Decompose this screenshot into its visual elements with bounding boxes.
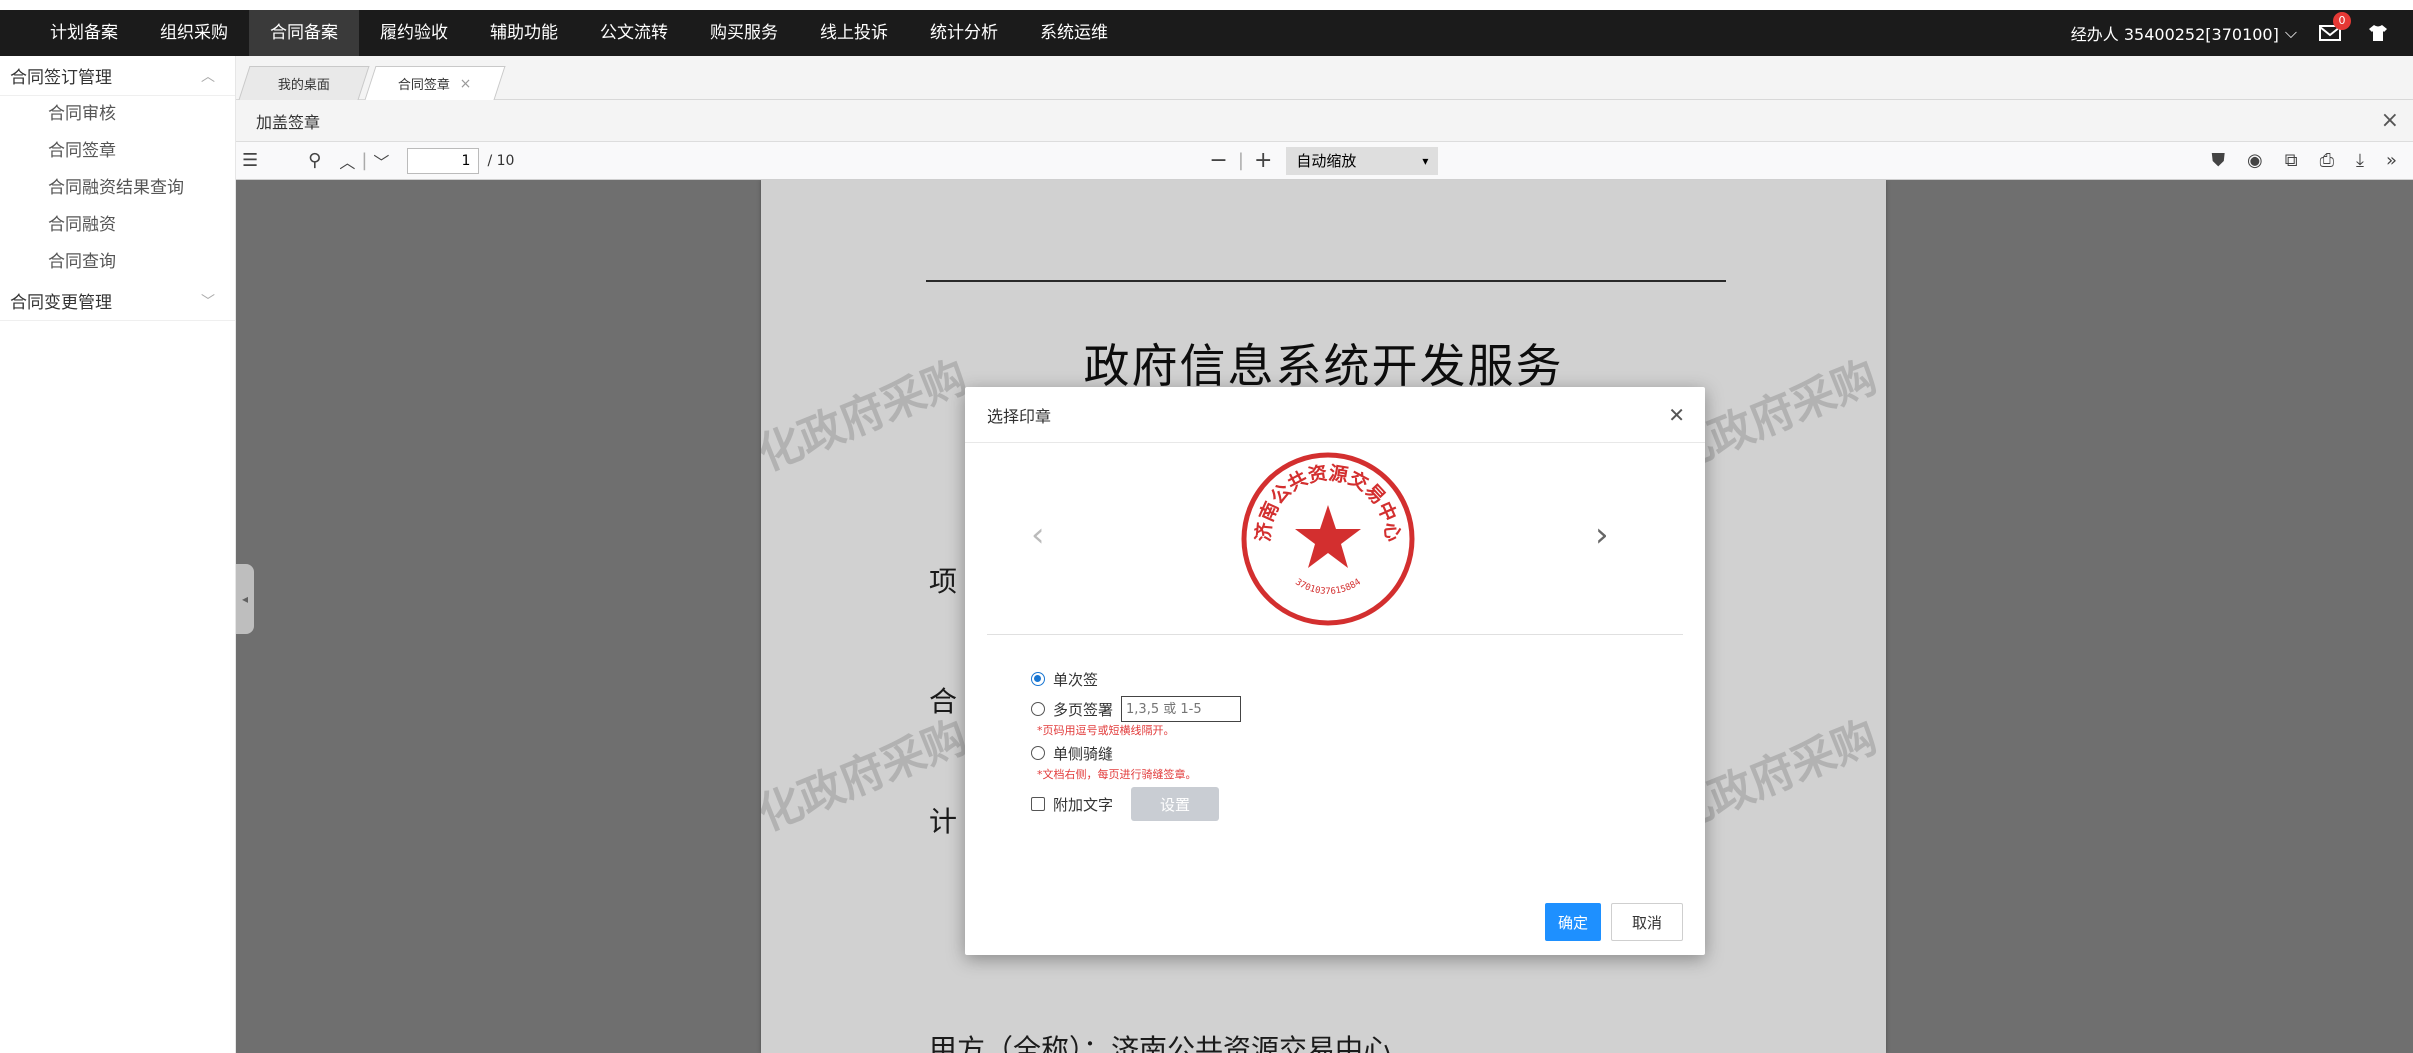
- seal-carousel: ‹ 济南公共资源交易中心 3701037615884 ›: [965, 443, 1705, 633]
- dialog-title: 选择印章: [987, 406, 1052, 426]
- tab-home[interactable]: 我的桌面: [238, 66, 370, 100]
- page-total: / 10: [487, 152, 515, 169]
- option-label: 单侧骑缝: [1053, 744, 1114, 763]
- close-icon[interactable]: ×: [2381, 108, 2399, 133]
- zoom-select[interactable]: 自动缩放 ▾: [1286, 146, 1439, 175]
- nav-item-complaint[interactable]: 线上投诉: [799, 10, 909, 56]
- option-riding-seal[interactable]: 单侧骑缝: [1031, 741, 1241, 765]
- radio-selected[interactable]: [1031, 672, 1045, 686]
- dialog-header: 选择印章 ✕: [965, 387, 1705, 443]
- dialog-footer: 确定 取消: [1545, 903, 1683, 941]
- toolbar-separator: |: [1237, 150, 1244, 171]
- option-add-text[interactable]: 附加文字 设置: [1031, 785, 1241, 823]
- close-icon[interactable]: ✕: [1668, 403, 1685, 427]
- riding-seal-hint: *文档右侧，每页进行骑缝签章。: [1037, 768, 1197, 781]
- sign-options: 单次签 多页签署 *页码用逗号或短横线隔开。 单侧骑缝 *文档右侧，每页进行骑缝…: [1031, 667, 1242, 823]
- checkbox[interactable]: [1031, 797, 1045, 811]
- nav-item-acceptance[interactable]: 履约验收: [359, 10, 469, 56]
- nav-item-statistics[interactable]: 统计分析: [909, 10, 1019, 56]
- sidebar-toggle-icon[interactable]: ☰: [242, 150, 258, 171]
- option-label: 单次签: [1053, 670, 1099, 689]
- shirt-icon: [2369, 25, 2387, 41]
- panel-title: 加盖签章: [256, 112, 321, 132]
- sidebar-group-label: 合同签订管理: [10, 68, 112, 88]
- tab-bar: 我的桌面 合同签章 ×: [236, 56, 2413, 100]
- toolbar-separator: |: [361, 150, 368, 171]
- print-icon[interactable]: ⎙: [2320, 150, 2334, 171]
- next-seal-arrow-icon[interactable]: ›: [1595, 515, 1609, 555]
- cancel-button[interactable]: 取消: [1611, 903, 1683, 941]
- option-label: 附加文字: [1053, 795, 1114, 814]
- previous-page-icon[interactable]: ︿: [339, 149, 355, 173]
- chevron-down-icon: ⌵: [2284, 23, 2297, 42]
- nav-item-assist[interactable]: 辅助功能: [469, 10, 579, 56]
- message-count-badge: 0: [2333, 12, 2351, 30]
- present-icon[interactable]: ◉: [2247, 150, 2263, 171]
- tab-label: 合同签章: [397, 78, 450, 93]
- sidebar-group-contract-sign[interactable]: 合同签订管理 ︿: [0, 56, 235, 96]
- page-range-input[interactable]: [1121, 696, 1242, 722]
- download-icon[interactable]: ⤓: [2356, 150, 2364, 171]
- nav-item-plan[interactable]: 计划备案: [0, 10, 139, 56]
- option-label: 多页签署: [1053, 700, 1114, 719]
- chevron-down-icon: ▾: [1422, 153, 1429, 168]
- zoom-value: 自动缩放: [1296, 152, 1357, 170]
- pdf-toolbar: ☰ ⚲ ︿ | ﹀ / 10 − | + 自动缩放 ▾ ⛊ ◉ ⧉ ⎙ ⤓ »: [236, 142, 2413, 180]
- sidebar-item-sign[interactable]: 合同签章: [0, 133, 235, 170]
- radio-unselected[interactable]: [1031, 702, 1045, 716]
- nav-item-document-flow[interactable]: 公文流转: [579, 10, 689, 56]
- nav-item-system[interactable]: 系统运维: [1019, 10, 1129, 56]
- message-button[interactable]: 0: [2315, 12, 2351, 48]
- tab-contract-sign[interactable]: 合同签章 ×: [364, 66, 506, 100]
- previous-seal-arrow-icon[interactable]: ‹: [1031, 515, 1045, 555]
- tab-label: 我的桌面: [277, 78, 330, 93]
- nav-item-organize[interactable]: 组织采购: [139, 10, 249, 56]
- zoom-out-icon[interactable]: −: [1209, 148, 1227, 173]
- seal-star-icon: [1295, 505, 1361, 568]
- sidebar-item-query[interactable]: 合同查询: [0, 244, 235, 281]
- settings-button[interactable]: 设置: [1131, 787, 1220, 821]
- sidebar-group-label: 合同变更管理: [10, 293, 112, 313]
- more-tools-icon[interactable]: »: [2386, 150, 2397, 171]
- nav-item-purchase-service[interactable]: 购买服务: [689, 10, 799, 56]
- search-icon[interactable]: ⚲: [308, 150, 321, 171]
- zoom-in-icon[interactable]: +: [1254, 148, 1272, 173]
- radio-unselected[interactable]: [1031, 746, 1045, 760]
- chevron-down-icon: ﹀: [201, 293, 215, 310]
- sidebar-item-finance-result[interactable]: 合同融资结果查询: [0, 170, 235, 207]
- page-number-input[interactable]: [407, 147, 480, 174]
- confirm-button[interactable]: 确定: [1545, 903, 1601, 941]
- nav-item-contract[interactable]: 合同备案: [249, 10, 359, 56]
- open-file-icon[interactable]: ⧉: [2285, 150, 2298, 171]
- user-menu[interactable]: 经办人 35400252[370100] ⌵: [2071, 21, 2297, 45]
- dialog-divider: [987, 634, 1683, 635]
- top-nav-bar: 计划备案 组织采购 合同备案 履约验收 辅助功能 公文流转 购买服务 线上投诉 …: [0, 10, 2413, 56]
- next-page-icon[interactable]: ﹀: [373, 149, 389, 173]
- sidebar: 合同签订管理 ︿ 合同审核 合同签章 合同融资结果查询 合同融资 合同查询 合同…: [0, 56, 236, 1053]
- sidebar-item-review[interactable]: 合同审核: [0, 96, 235, 133]
- close-icon[interactable]: ×: [460, 76, 472, 92]
- option-multi-sign[interactable]: 多页签署: [1031, 696, 1242, 722]
- user-label: 经办人 35400252[370100]: [2070, 25, 2279, 44]
- select-seal-dialog: 选择印章 ✕ ‹ 济南公共资源交易中心 3701037615884 › 单次签: [965, 387, 1705, 955]
- sidebar-item-finance[interactable]: 合同融资: [0, 207, 235, 244]
- panel-header: 加盖签章 ×: [236, 100, 2413, 142]
- theme-button[interactable]: [2363, 18, 2393, 48]
- toolbar-right-group: ⛊ ◉ ⧉ ⎙ ⤓ »: [2212, 150, 2397, 171]
- sidebar-group-contract-change[interactable]: 合同变更管理 ﹀: [0, 281, 235, 321]
- seal-number: 3701037615884: [1293, 577, 1363, 597]
- user-area: 经办人 35400252[370100] ⌵ 0: [2071, 12, 2413, 48]
- option-single-sign[interactable]: 单次签: [1031, 667, 1241, 691]
- multi-sign-hint: *页码用逗号或短横线隔开。: [1037, 724, 1175, 737]
- chevron-up-icon: ︿: [201, 68, 215, 85]
- stamp-icon[interactable]: ⛊: [2212, 150, 2226, 171]
- seal-image[interactable]: 济南公共资源交易中心 3701037615884: [1238, 449, 1418, 629]
